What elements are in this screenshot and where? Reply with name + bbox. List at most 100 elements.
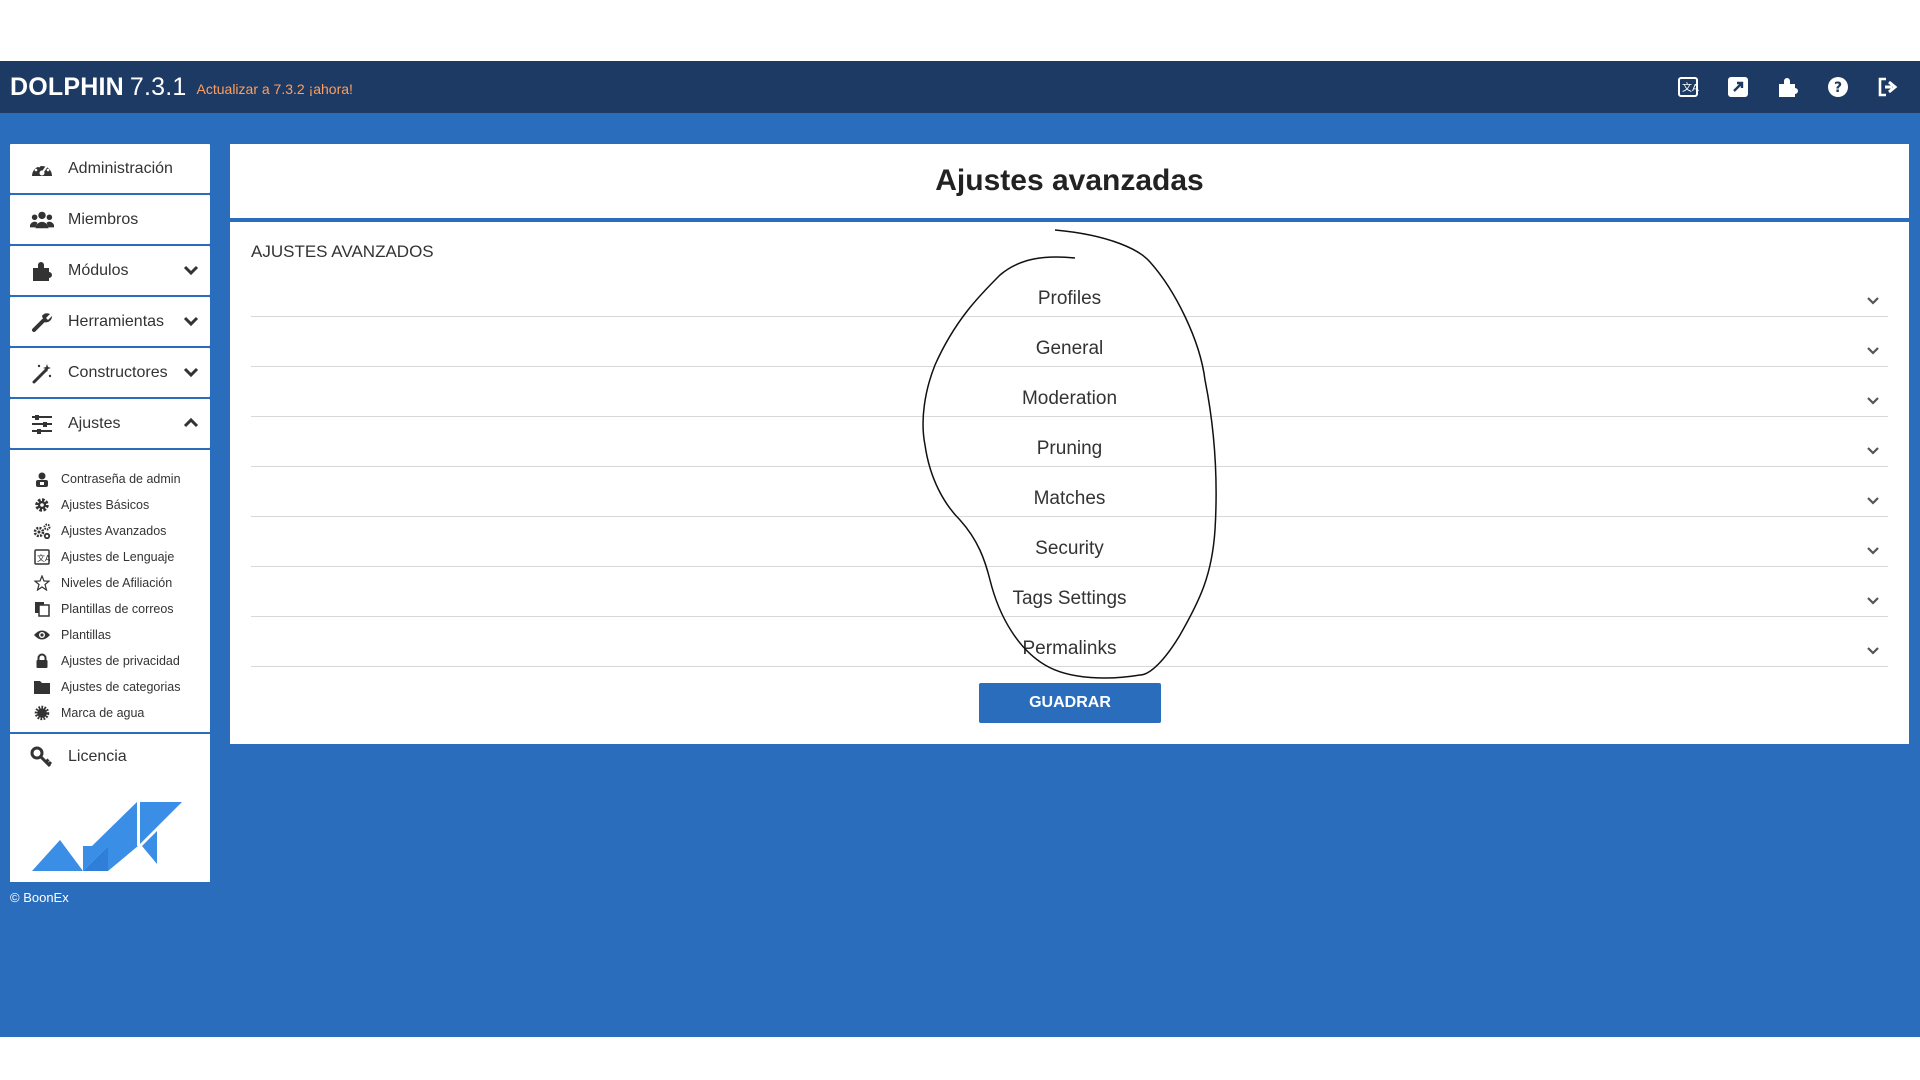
header-toolbar: 文A ? (1676, 61, 1900, 113)
accordion-item-label: Profiles (1037, 287, 1102, 309)
top-header: DOLPHIN 7.3.1 Actualizar a 7.3.2 ¡ahora! … (0, 61, 1920, 113)
accordion-item-label: Moderation (1021, 387, 1118, 409)
accordion-item-profiles[interactable]: Profiles (251, 267, 1888, 317)
submenu-item-label: Ajustes Avanzados (61, 524, 167, 538)
key-icon (30, 745, 54, 769)
chevron-down-icon (183, 265, 199, 276)
chevron-down-icon (183, 367, 199, 378)
brand-logo[interactable]: DOLPHIN 7.3.1 (10, 73, 187, 102)
accordion-item-label: General (1035, 337, 1104, 359)
submenu-item-niveles-afiliacion[interactable]: Niveles de Afiliación (10, 570, 210, 596)
submenu-item-label: Plantillas de correos (61, 602, 174, 616)
sidebar-item-label: Licencia (68, 748, 127, 765)
ajustes-submenu: Contraseña de admin Ajustes Básicos Ajus… (10, 450, 210, 732)
submenu-item-ajustes-privacidad[interactable]: Ajustes de privacidad (10, 648, 210, 674)
submenu-item-ajustes-lenguaje[interactable]: 文A Ajustes de Lenguaje (10, 544, 210, 570)
svg-text:文A: 文A (1682, 81, 1699, 94)
copy-icon (33, 600, 51, 618)
users-icon (30, 208, 54, 232)
settings-panel: AJUSTES AVANZADOS Profiles General Moder… (230, 222, 1909, 744)
accordion-item-pruning[interactable]: Pruning (251, 417, 1888, 467)
accordion-item-label: Tags Settings (1012, 587, 1127, 609)
folder-icon (33, 678, 51, 696)
accordion-item-label: Security (1035, 537, 1104, 559)
puzzle-icon[interactable] (1776, 75, 1800, 99)
accordion-item-tags-settings[interactable]: Tags Settings (251, 567, 1888, 617)
lock-icon (33, 652, 51, 670)
sidebar-item-administracion[interactable]: Administración (10, 144, 210, 193)
wrench-icon (30, 310, 54, 334)
license-panel: Licencia (10, 734, 210, 882)
sliders-icon (30, 412, 54, 436)
eye-icon (33, 626, 51, 644)
sidebar-item-label: Herramientas (68, 312, 165, 330)
chevron-down-icon (1867, 647, 1879, 655)
save-button[interactable]: GUADRAR (979, 683, 1161, 723)
submenu-item-label: Ajustes de privacidad (61, 654, 180, 668)
section-title: AJUSTES AVANZADOS (251, 242, 434, 261)
submenu-item-label: Contraseña de admin (61, 472, 181, 486)
submenu-item-contrasena-admin[interactable]: Contraseña de admin (10, 466, 210, 492)
chevron-down-icon (1867, 447, 1879, 455)
sidebar: Administración Miembros Módulos Herramie… (10, 144, 210, 882)
sidebar-item-label: Módulos (68, 261, 129, 279)
chevron-down-icon (1867, 497, 1879, 505)
accordion-item-security[interactable]: Security (251, 517, 1888, 567)
sidebar-item-miembros[interactable]: Miembros (10, 195, 210, 244)
submenu-item-label: Marca de agua (61, 706, 145, 720)
sidebar-item-herramientas[interactable]: Herramientas (10, 297, 210, 346)
submenu-item-plantillas[interactable]: Plantillas (10, 622, 210, 648)
submenu-item-plantillas-correos[interactable]: Plantillas de correos (10, 596, 210, 622)
upgrade-link[interactable]: Actualizar a 7.3.2 ¡ahora! (197, 81, 353, 97)
submenu-item-label: Niveles de Afiliación (61, 576, 173, 590)
chevron-down-icon (183, 316, 199, 327)
submenu-item-ajustes-categorias[interactable]: Ajustes de categorias (10, 674, 210, 700)
accordion-item-label: Pruning (1036, 437, 1103, 459)
page-header-box: Ajustes avanzadas (230, 144, 1909, 220)
accordion-item-permalinks[interactable]: Permalinks (251, 617, 1888, 667)
submenu-item-ajustes-basicos[interactable]: Ajustes Básicos (10, 492, 210, 518)
accordion-item-matches[interactable]: Matches (251, 467, 1888, 517)
logout-icon[interactable] (1876, 75, 1900, 99)
sidebar-item-licencia[interactable]: Licencia (10, 734, 210, 780)
star-icon (33, 574, 51, 592)
chevron-down-icon (1867, 297, 1879, 305)
admin-user-icon (33, 470, 51, 488)
sidebar-item-constructores[interactable]: Constructores (10, 348, 210, 397)
submenu-item-label: Ajustes Básicos (61, 498, 150, 512)
sidebar-item-label: Administración (68, 159, 173, 177)
submenu-item-ajustes-avanzados[interactable]: Ajustes Avanzados (10, 518, 210, 544)
submenu-item-label: Ajustes de Lenguaje (61, 550, 175, 564)
brand-name: DOLPHIN (10, 72, 124, 101)
submenu-item-marca-agua[interactable]: Marca de agua (10, 700, 210, 726)
chevron-down-icon (1867, 397, 1879, 405)
accordion-item-general[interactable]: General (251, 317, 1888, 367)
gears-icon (33, 522, 51, 540)
bottom-blank-area (0, 1037, 1920, 1080)
boonex-logo (32, 802, 182, 871)
accordion-item-label: Matches (1033, 487, 1106, 509)
language-icon[interactable]: 文A (1676, 75, 1700, 99)
top-blank-area (0, 0, 1920, 61)
chevron-up-icon (183, 417, 199, 428)
accordion-item-label: Permalinks (1022, 637, 1117, 659)
cog-badge-icon (33, 704, 51, 722)
submenu-item-label: Ajustes de categorias (61, 680, 181, 694)
language-icon: 文A (33, 548, 51, 566)
sidebar-item-modulos[interactable]: Módulos (10, 246, 210, 295)
dashboard-icon (30, 157, 54, 181)
copyright-text: © BoonEx (10, 890, 69, 905)
chevron-down-icon (1867, 547, 1879, 555)
magic-wand-icon (30, 361, 54, 385)
accordion-item-moderation[interactable]: Moderation (251, 367, 1888, 417)
sidebar-item-ajustes[interactable]: Ajustes (10, 399, 210, 448)
help-icon[interactable]: ? (1826, 75, 1850, 99)
svg-text:文A: 文A (37, 553, 50, 563)
sidebar-item-label: Ajustes (68, 414, 121, 432)
page-title: Ajustes avanzadas (935, 164, 1204, 197)
brand-version: 7.3.1 (129, 72, 187, 101)
external-link-icon[interactable] (1726, 75, 1750, 99)
svg-text:?: ? (1834, 80, 1842, 96)
sidebar-item-label: Miembros (68, 210, 139, 228)
sidebar-item-label: Constructores (68, 363, 168, 381)
